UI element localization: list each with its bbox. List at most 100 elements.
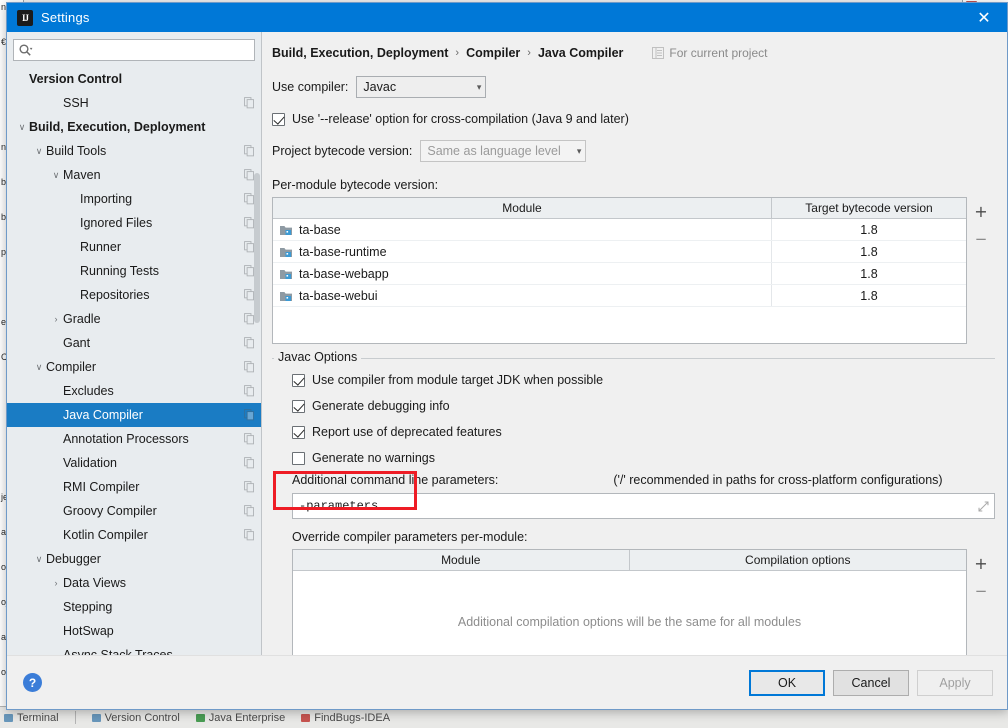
remove-override-button[interactable]: −: [971, 581, 991, 601]
dialog-title: Settings: [41, 10, 90, 25]
settings-tree[interactable]: Version Control SSH ∨ Build, Execution, Dep…: [7, 65, 261, 655]
chevron-down-icon[interactable]: ∨: [15, 115, 29, 139]
javac-option-row[interactable]: Generate no warnings: [292, 447, 995, 469]
use-compiler-select[interactable]: Javac ▾: [356, 76, 487, 98]
table-row[interactable]: ta-base 1.8: [273, 219, 966, 241]
override-table[interactable]: Module Compilation options Additional com…: [292, 549, 967, 655]
additional-params-input[interactable]: [299, 499, 977, 513]
sidebar-item-validation[interactable]: Validation: [7, 451, 261, 475]
sidebar-item-running-tests[interactable]: Running Tests: [7, 259, 261, 283]
chevron-down-icon[interactable]: ∨: [32, 547, 46, 571]
chevron-down-icon[interactable]: ∨: [49, 163, 63, 187]
sidebar-item-build-execution-deployment[interactable]: ∨ Build, Execution, Deployment: [7, 115, 261, 139]
sidebar-item-rmi-compiler[interactable]: RMI Compiler: [7, 475, 261, 499]
status-bar-item[interactable]: Java Enterprise: [195, 712, 285, 724]
module-table-column-header[interactable]: Module: [273, 198, 772, 218]
status-bar-item[interactable]: FindBugs-IDEA: [301, 712, 390, 724]
copy-settings-icon[interactable]: [244, 193, 255, 205]
sidebar-item-build-tools[interactable]: ∨ Build Tools: [7, 139, 261, 163]
sidebar-item-java-compiler[interactable]: Java Compiler: [7, 403, 261, 427]
sidebar-item-ssh[interactable]: SSH: [7, 91, 261, 115]
module-table-body[interactable]: ta-base 1.8 ta-base-runtime 1.8 ta-base-weba…: [273, 219, 966, 307]
use-compiler-label: Use compiler:: [272, 80, 349, 94]
help-button[interactable]: ?: [23, 673, 42, 692]
remove-module-button[interactable]: −: [971, 229, 991, 249]
sidebar-item-compiler[interactable]: ∨ Compiler: [7, 355, 261, 379]
sidebar-item-data-views[interactable]: › Data Views: [7, 571, 261, 595]
apply-button[interactable]: Apply: [917, 669, 993, 696]
sidebar-item-groovy-compiler[interactable]: Groovy Compiler: [7, 499, 261, 523]
bytecode-version-cell[interactable]: 1.8: [772, 285, 966, 306]
module-table-column-header[interactable]: Target bytecode version: [772, 198, 966, 218]
copy-settings-icon[interactable]: [244, 385, 255, 397]
expand-icon[interactable]: [977, 500, 990, 513]
copy-settings-icon[interactable]: [244, 97, 255, 109]
chevron-down-icon[interactable]: ∨: [32, 355, 46, 379]
sidebar-item-async-stack-traces[interactable]: Async Stack Traces: [7, 643, 261, 655]
copy-settings-icon[interactable]: [244, 457, 255, 469]
project-bytecode-select[interactable]: Same as language level ▾: [420, 140, 587, 162]
sidebar-item-debugger[interactable]: ∨ Debugger: [7, 547, 261, 571]
table-row[interactable]: ta-base-webapp 1.8: [273, 263, 966, 285]
javac-option-checkbox[interactable]: [292, 451, 305, 465]
sidebar-item-stepping[interactable]: Stepping: [7, 595, 261, 619]
module-table[interactable]: Module Target bytecode version ta-base 1.8…: [272, 197, 967, 344]
release-option-checkbox[interactable]: [272, 112, 285, 126]
chevron-down-icon[interactable]: ∨: [32, 139, 46, 163]
sidebar-item-maven[interactable]: ∨ Maven: [7, 163, 261, 187]
copy-settings-icon[interactable]: [244, 265, 255, 277]
bytecode-version-cell[interactable]: 1.8: [772, 263, 966, 284]
override-table-column-header[interactable]: Compilation options: [630, 550, 967, 570]
status-bar-item[interactable]: Terminal: [4, 712, 59, 724]
additional-params-field[interactable]: [292, 493, 995, 519]
sidebar-item-gant[interactable]: Gant: [7, 331, 261, 355]
copy-settings-icon[interactable]: [244, 529, 255, 541]
copy-settings-icon[interactable]: [244, 505, 255, 517]
javac-option-row[interactable]: Generate debugging info: [292, 395, 995, 417]
sidebar-item-version-control[interactable]: Version Control: [7, 67, 261, 91]
sidebar-item-excludes[interactable]: Excludes: [7, 379, 261, 403]
status-bar-item[interactable]: Version Control: [91, 712, 180, 724]
sidebar-item-hotswap[interactable]: HotSwap: [7, 619, 261, 643]
table-row[interactable]: ta-base-webui 1.8: [273, 285, 966, 307]
chevron-right-icon[interactable]: ›: [49, 307, 63, 331]
sidebar-item-annotation-processors[interactable]: Annotation Processors: [7, 427, 261, 451]
copy-settings-icon[interactable]: [244, 313, 255, 325]
add-module-button[interactable]: +: [971, 201, 991, 221]
close-icon[interactable]: ✕: [961, 3, 1007, 32]
copy-settings-icon[interactable]: [244, 361, 255, 373]
bytecode-version-cell[interactable]: 1.8: [772, 241, 966, 262]
override-table-column-header[interactable]: Module: [293, 550, 630, 570]
copy-settings-icon[interactable]: [244, 241, 255, 253]
table-row[interactable]: ta-base-runtime 1.8: [273, 241, 966, 263]
javac-option-row[interactable]: Report use of deprecated features: [292, 421, 995, 443]
copy-settings-icon[interactable]: [244, 289, 255, 301]
copy-settings-icon[interactable]: [244, 337, 255, 349]
cancel-button[interactable]: Cancel: [833, 669, 909, 696]
sidebar-item-ignored-files[interactable]: Ignored Files: [7, 211, 261, 235]
project-scope-icon: [652, 47, 665, 59]
sidebar-item-repositories[interactable]: Repositories: [7, 283, 261, 307]
add-override-button[interactable]: +: [971, 553, 991, 573]
javac-option-checkbox[interactable]: [292, 425, 305, 439]
javac-options-title: Javac Options: [274, 350, 362, 364]
copy-settings-icon[interactable]: [244, 145, 255, 157]
javac-option-checkbox[interactable]: [292, 399, 305, 413]
sidebar-item-kotlin-compiler[interactable]: Kotlin Compiler: [7, 523, 261, 547]
search-input[interactable]: [33, 41, 250, 59]
sidebar-item-importing[interactable]: Importing: [7, 187, 261, 211]
copy-settings-icon[interactable]: [244, 481, 255, 493]
copy-settings-icon[interactable]: [244, 409, 255, 421]
javac-option-row[interactable]: Use compiler from module target JDK when…: [292, 369, 995, 391]
release-option-row[interactable]: Use '--release' option for cross-compila…: [272, 108, 995, 130]
search-box[interactable]: [13, 39, 255, 61]
chevron-right-icon[interactable]: ›: [49, 571, 63, 595]
sidebar-item-runner[interactable]: Runner: [7, 235, 261, 259]
ok-button[interactable]: OK: [749, 669, 825, 696]
copy-settings-icon[interactable]: [244, 169, 255, 181]
bytecode-version-cell[interactable]: 1.8: [772, 219, 966, 240]
sidebar-item-gradle[interactable]: › Gradle: [7, 307, 261, 331]
javac-option-checkbox[interactable]: [292, 373, 305, 387]
copy-settings-icon[interactable]: [244, 217, 255, 229]
copy-settings-icon[interactable]: [244, 433, 255, 445]
